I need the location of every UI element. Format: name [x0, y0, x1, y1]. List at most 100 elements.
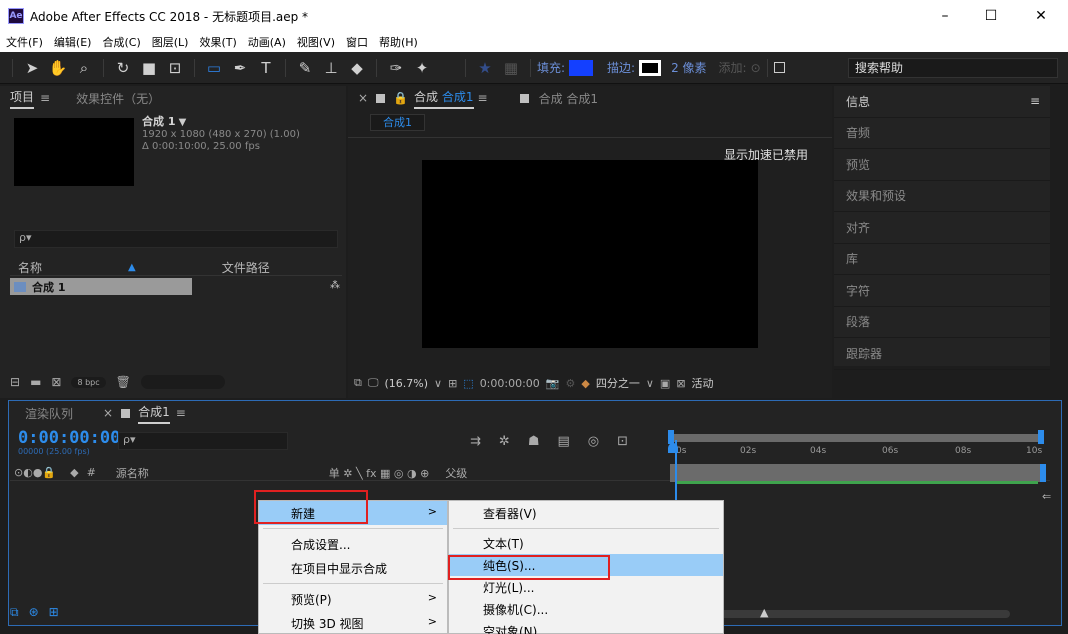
panel-menu-icon[interactable]: ≡	[1030, 94, 1040, 108]
menu-item-text[interactable]: 文本(T)	[449, 532, 723, 554]
panel-paragraph[interactable]: 段落	[834, 307, 1050, 338]
panel-align[interactable]: 对齐	[834, 212, 1050, 244]
comp-mini-flowchart-icon[interactable]: ⇉	[470, 434, 481, 449]
tab-comp1[interactable]: 合成 合成1	[414, 88, 474, 109]
panel-menu-icon[interactable]: ≡	[478, 91, 488, 105]
menu-layer[interactable]: 图层(L)	[152, 34, 189, 50]
menu-item-camera[interactable]: 摄像机(C)...	[449, 598, 723, 620]
chevron-down-icon[interactable]: ∨	[646, 377, 654, 390]
color-channel-icon[interactable]: ◆	[581, 377, 589, 390]
comp-breadcrumb[interactable]: 合成1	[370, 114, 425, 131]
zoom-value[interactable]: (16.7%)	[384, 377, 428, 390]
frame-blending-icon[interactable]: ▤	[557, 434, 569, 449]
column-name[interactable]: 名称	[10, 259, 42, 276]
transfer-controls-icon[interactable]: ⊛	[29, 605, 39, 620]
shy-layers-icon[interactable]: ☗	[528, 434, 540, 449]
roto-brush-tool-icon[interactable]: ✑	[387, 59, 405, 77]
panel-info[interactable]: 信息 ≡	[834, 86, 1050, 118]
menu-composition[interactable]: 合成(C)	[102, 34, 140, 50]
timeline-timecode[interactable]: 0:00:00:00	[18, 428, 120, 448]
minimize-button[interactable]: –	[922, 0, 968, 32]
work-area-bar[interactable]	[670, 434, 1042, 442]
layer-switches-icon[interactable]: ⧉	[10, 605, 19, 620]
in-out-icon[interactable]: ⊞	[49, 605, 59, 620]
zoom-slider[interactable]	[700, 610, 1010, 618]
graph-editor-icon[interactable]: ⊡	[617, 434, 628, 449]
monitor-icon[interactable]: 🖵	[368, 376, 379, 390]
panel-menu-icon[interactable]: ≡	[40, 91, 50, 105]
panel-preview[interactable]: 预览	[834, 149, 1050, 181]
close-tab-icon[interactable]: ×	[103, 406, 113, 420]
panel-tracker[interactable]: 跟踪器	[834, 338, 1050, 370]
search-help-field[interactable]: 搜索帮助	[848, 58, 1058, 78]
draft-3d-icon[interactable]: ✲	[499, 434, 510, 449]
tab-render-queue[interactable]: 渲染队列	[25, 405, 73, 422]
trash-icon[interactable]: 🗑	[116, 375, 131, 389]
menu-file[interactable]: 文件(F)	[6, 34, 43, 50]
active-camera-select[interactable]: 活动	[692, 375, 714, 391]
menu-animation[interactable]: 动画(A)	[248, 34, 286, 50]
camera-snapshot-icon[interactable]: 📷	[546, 377, 560, 390]
menu-item-null-object[interactable]: 空对象(N)	[449, 620, 723, 634]
rectangle-tool-icon[interactable]: ▭	[205, 59, 223, 77]
add-icon[interactable]: ⊙	[751, 61, 761, 75]
region-of-interest-icon[interactable]: ▣	[660, 377, 670, 390]
pan-behind-tool-icon[interactable]: ⊡	[166, 59, 184, 77]
end-marker[interactable]	[1040, 464, 1046, 482]
clone-stamp-tool-icon[interactable]: ⊥	[322, 59, 340, 77]
menu-edit[interactable]: 编辑(E)	[54, 34, 92, 50]
menu-view[interactable]: 视图(V)	[297, 34, 335, 50]
motion-blur-icon[interactable]: ◎	[588, 434, 599, 449]
panel-libraries[interactable]: 库	[834, 244, 1050, 275]
lock-icon[interactable]: 🔒	[393, 91, 408, 105]
av-switches-icon[interactable]: ⊙◐●🔒	[14, 466, 56, 479]
star-tool-icon[interactable]: ★	[476, 59, 494, 77]
new-folder-icon[interactable]: ▬	[30, 375, 41, 389]
tab-comp-secondary[interactable]: 合成 合成1	[539, 90, 598, 107]
hand-tool-icon[interactable]: ✋	[49, 59, 68, 77]
panel-character[interactable]: 字符	[834, 275, 1050, 307]
pen-tool-icon[interactable]: ✒	[231, 59, 249, 77]
menu-item-switch-3d-view[interactable]: 切换 3D 视图 >	[259, 611, 447, 634]
zoom-tool-icon[interactable]: ⌕	[75, 59, 93, 77]
column-parent[interactable]: 父级	[445, 465, 467, 481]
mask-tool-icon[interactable]: ▦	[502, 59, 520, 77]
eraser-tool-icon[interactable]: ◆	[348, 59, 366, 77]
column-file-path[interactable]: 文件路径	[222, 259, 270, 276]
menu-help[interactable]: 帮助(H)	[379, 34, 418, 50]
brush-tool-icon[interactable]: ✎	[296, 59, 314, 77]
sort-ascending-icon[interactable]: ▲	[128, 262, 136, 273]
rotate-tool-icon[interactable]: ↻	[114, 59, 132, 77]
project-slider[interactable]	[140, 375, 225, 389]
safe-margins-icon[interactable]: ⊞	[448, 377, 457, 390]
tab-project[interactable]: 项目	[10, 88, 35, 109]
menu-window[interactable]: 窗口	[346, 34, 368, 50]
chevron-down-icon[interactable]: ∨	[434, 377, 442, 390]
stroke-color-swatch[interactable]	[639, 59, 662, 76]
panel-menu-icon[interactable]: ≡	[176, 406, 186, 420]
always-preview-icon[interactable]: ⧉	[354, 376, 362, 390]
current-time[interactable]: 0:00:00:00	[480, 377, 540, 390]
region-icon[interactable]: ⬚	[463, 377, 473, 390]
menu-effect[interactable]: 效果(T)	[199, 34, 236, 50]
puppet-tool-icon[interactable]: ✦	[413, 59, 431, 77]
comp-viewer[interactable]	[422, 160, 758, 348]
show-snapshot-icon[interactable]: ⚙	[566, 377, 576, 390]
camera-tool-icon[interactable]: ■	[140, 59, 158, 77]
maximize-button[interactable]: ☐	[968, 0, 1014, 32]
close-button[interactable]: ✕	[1018, 0, 1064, 32]
tab-effect-controls[interactable]: 效果控件（无）	[76, 90, 160, 107]
panel-audio[interactable]: 音频	[834, 118, 1050, 149]
transparency-grid-icon[interactable]: ⊠	[676, 377, 685, 390]
work-area-end-handle[interactable]	[1038, 430, 1044, 444]
tab-timeline-comp1[interactable]: 合成1	[138, 403, 170, 424]
resolution-select[interactable]: 四分之一	[596, 375, 640, 391]
panel-effects-presets[interactable]: 效果和预设	[834, 181, 1050, 212]
fill-color-swatch[interactable]	[569, 59, 594, 76]
comp-marker-icon[interactable]: ⇐	[1042, 490, 1051, 503]
interpret-footage-icon[interactable]: ⊟	[10, 375, 20, 389]
zoom-slider-handle-icon[interactable]: ▲	[760, 606, 768, 619]
work-area-start-handle[interactable]	[668, 430, 674, 444]
close-tab-icon[interactable]: ×	[358, 91, 368, 105]
bpc-toggle[interactable]: 8 bpc	[71, 376, 106, 388]
